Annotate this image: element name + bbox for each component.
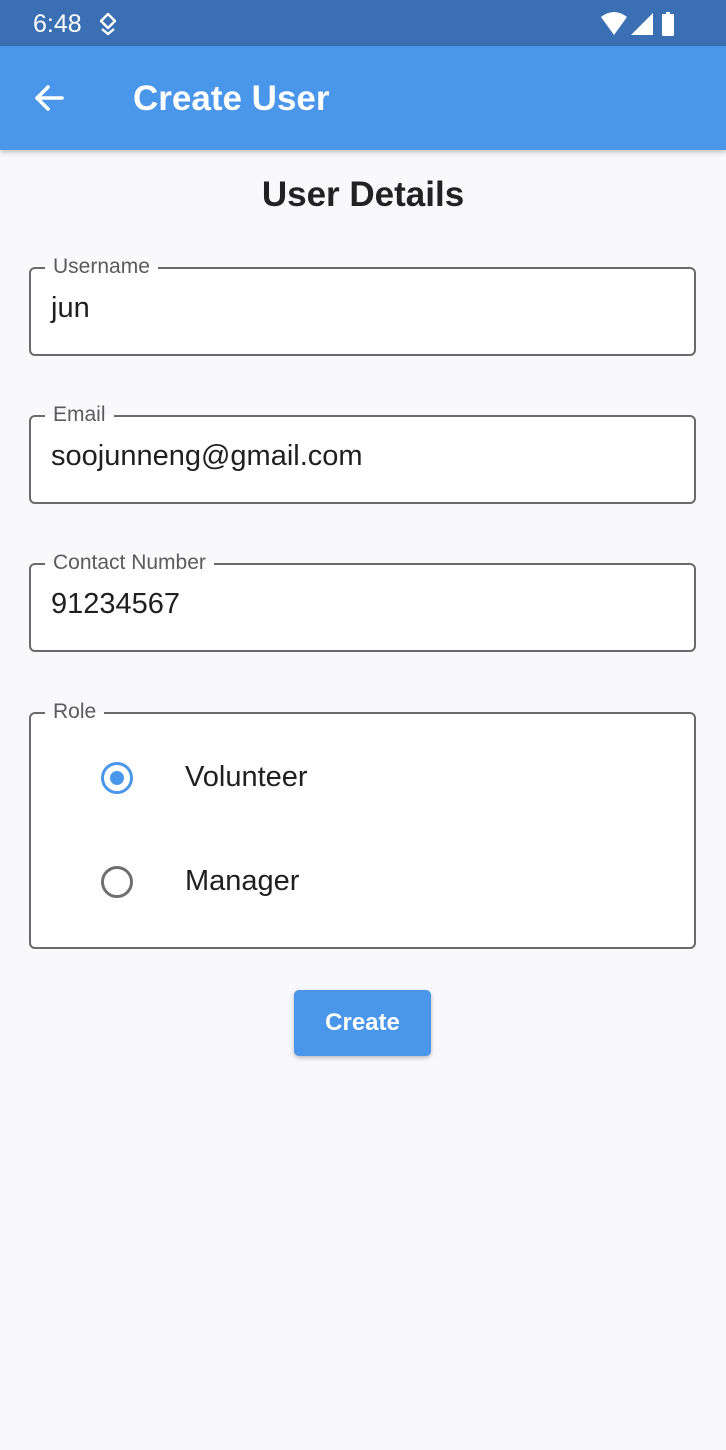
role-option-volunteer[interactable]: Volunteer — [31, 742, 694, 814]
radio-unselected-icon[interactable] — [101, 866, 133, 898]
arrow-back-icon — [35, 85, 64, 111]
create-button[interactable]: Create — [294, 990, 431, 1056]
radio-selected-icon[interactable] — [101, 762, 133, 794]
email-value[interactable]: soojunneng@gmail.com — [51, 438, 363, 474]
role-group: Role Volunteer Manager — [29, 699, 696, 949]
username-value[interactable]: jun — [51, 290, 90, 326]
signal-icon — [631, 13, 653, 35]
battery-icon — [662, 12, 674, 36]
role-label: Role — [45, 699, 105, 725]
username-field[interactable]: Username jun — [29, 254, 696, 356]
notification-icon — [97, 12, 119, 36]
contact-number-value[interactable]: 91234567 — [51, 586, 180, 622]
email-label: Email — [45, 402, 114, 428]
status-bar: 6:48 — [0, 0, 726, 46]
status-time: 6:48 — [33, 10, 82, 38]
contact-number-label: Contact Number — [45, 550, 214, 576]
role-option-manager[interactable]: Manager — [31, 846, 694, 918]
username-label: Username — [45, 254, 158, 280]
status-icons — [600, 11, 678, 37]
page-title: Create User — [133, 79, 330, 118]
app-bar: Create User — [0, 46, 726, 150]
role-option-label: Volunteer — [185, 761, 308, 793]
role-option-label: Manager — [185, 865, 300, 897]
wifi-icon — [601, 12, 627, 35]
email-field[interactable]: Email soojunneng@gmail.com — [29, 402, 696, 504]
back-button[interactable] — [22, 72, 78, 124]
section-title: User Details — [261, 175, 465, 214]
contact-number-field[interactable]: Contact Number 91234567 — [29, 550, 696, 652]
